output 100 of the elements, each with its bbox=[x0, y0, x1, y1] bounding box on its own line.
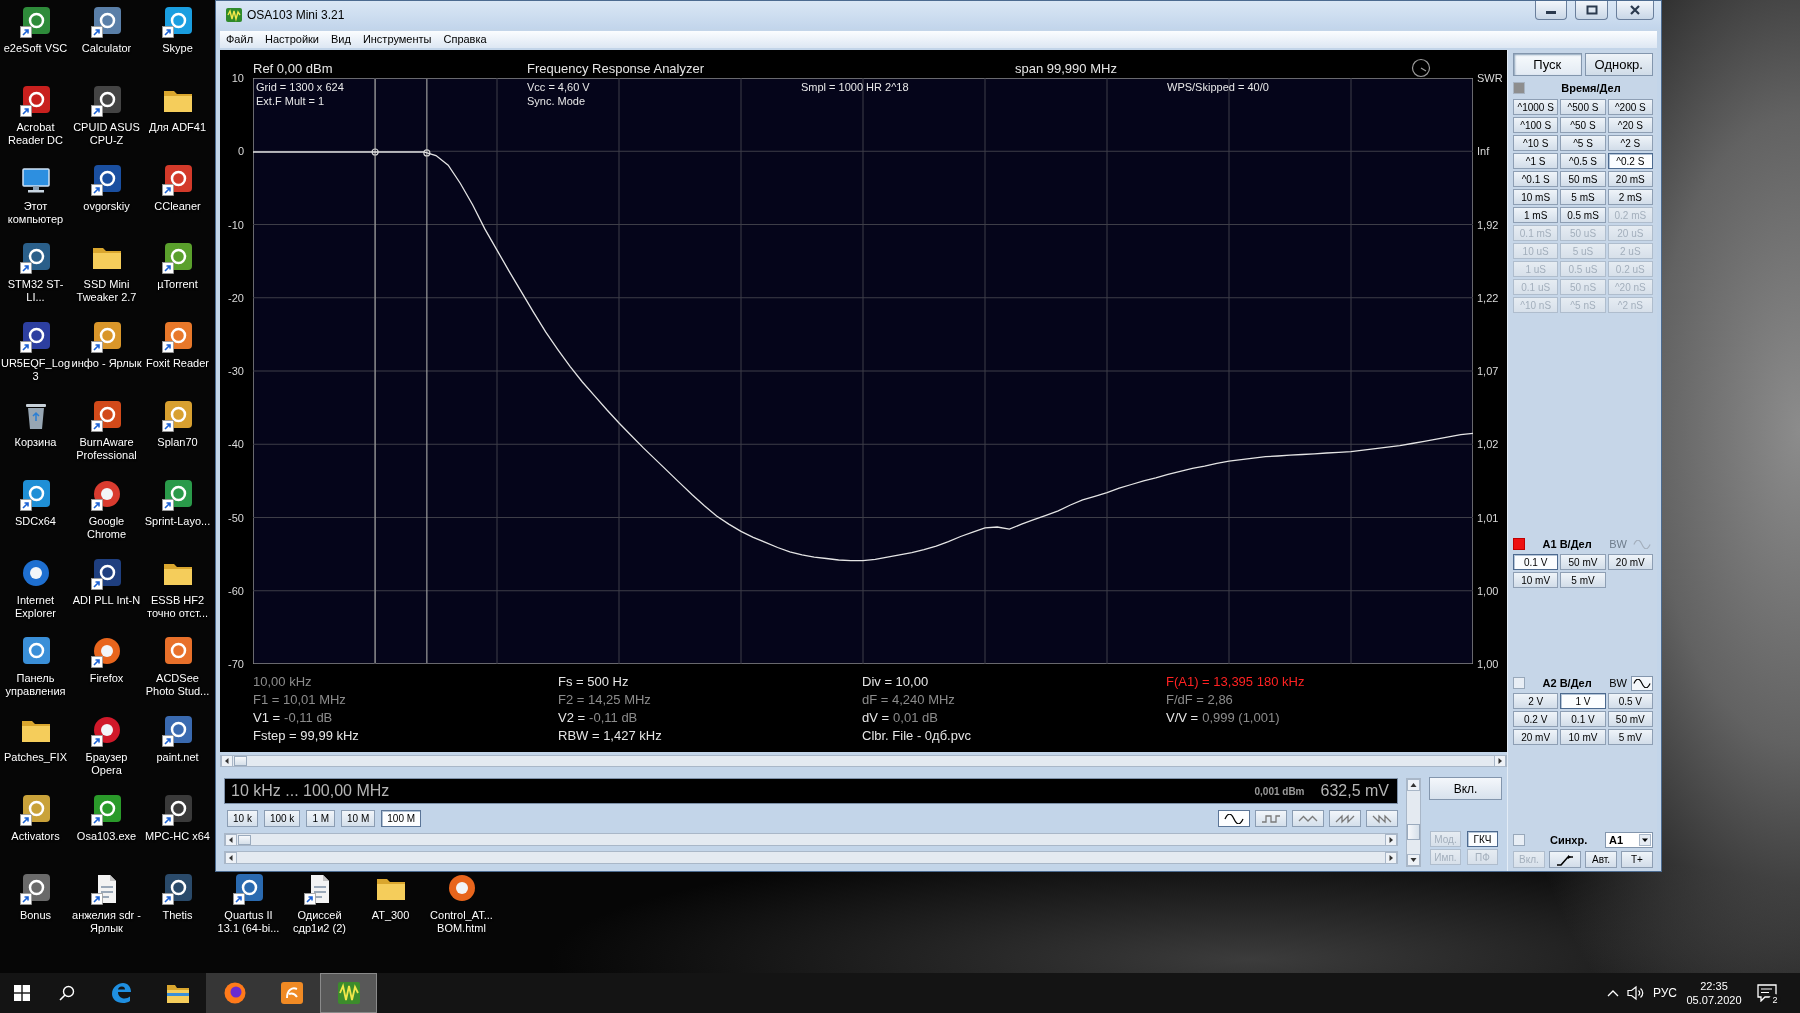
desktop-icon-label[interactable]: ovgorskiy bbox=[70, 199, 143, 213]
time-scale-button[interactable]: ^10 S bbox=[1513, 135, 1559, 151]
desktop-icon-label[interactable]: ESSB HF2 точно отст... bbox=[141, 593, 214, 620]
desktop-icon-label[interactable]: Foxit Reader bbox=[141, 357, 214, 371]
minimize-button[interactable] bbox=[1535, 1, 1567, 20]
desktop-icon-label[interactable]: Osa103.exe bbox=[70, 829, 143, 843]
time-scale-button[interactable]: ^1000 S bbox=[1513, 99, 1559, 115]
app-tile-icon[interactable] bbox=[90, 557, 123, 590]
app-tile-icon[interactable] bbox=[90, 6, 123, 38]
volts-scale-button[interactable]: 20 mV bbox=[1607, 554, 1653, 570]
maximize-button[interactable] bbox=[1575, 1, 1608, 20]
volts-scale-button[interactable]: 0.5 V bbox=[1607, 693, 1653, 709]
volts-scale-button[interactable]: 5 mV bbox=[1560, 572, 1606, 588]
scroll-left-icon[interactable] bbox=[225, 851, 237, 864]
mode-button[interactable]: ГКЧ bbox=[1467, 831, 1498, 847]
desktop-icon-label[interactable]: Панель управления bbox=[0, 672, 72, 699]
time-scale-button[interactable]: 0.5 mS bbox=[1560, 207, 1606, 223]
span-button[interactable]: 100 k bbox=[263, 810, 301, 827]
run-button[interactable]: Однокр. bbox=[1584, 53, 1653, 76]
volts-scale-button[interactable]: 20 mV bbox=[1513, 729, 1559, 745]
desktop-icon-label[interactable]: Этот компьютер bbox=[0, 199, 72, 226]
desktop-icon-label[interactable]: Thetis bbox=[141, 908, 214, 922]
desktop-icon-label[interactable]: Activators bbox=[0, 829, 72, 843]
time-scale-button[interactable]: ^500 S bbox=[1560, 99, 1606, 115]
volts-scale-button[interactable]: 5 mV bbox=[1607, 729, 1653, 745]
app-tile-icon[interactable] bbox=[19, 872, 52, 905]
dial-icon[interactable] bbox=[1411, 58, 1431, 78]
app-tile-icon[interactable] bbox=[161, 163, 194, 196]
scrollbar-thumb[interactable] bbox=[1407, 824, 1420, 840]
desktop-icon-label[interactable]: MPC-HC x64 bbox=[141, 829, 214, 843]
desktop-icon-label[interactable]: Patches_FIX bbox=[0, 751, 72, 765]
volts-scale-button[interactable]: 1 V bbox=[1560, 693, 1606, 709]
scroll-up-icon[interactable] bbox=[1407, 779, 1420, 791]
horizontal-scrollbar[interactable] bbox=[224, 833, 1398, 846]
desktop-icon-label[interactable]: UR5EQF_Log 3 bbox=[0, 357, 72, 384]
time-scale-button[interactable]: 1 mS bbox=[1513, 207, 1559, 223]
desktop-icon-label[interactable]: Internet Explorer bbox=[0, 593, 72, 620]
clock-date[interactable]: 05.07.2020 bbox=[1686, 993, 1742, 1007]
desktop-icon-label[interactable]: Корзина bbox=[0, 436, 72, 449]
volts-scale-button[interactable]: 50 mV bbox=[1560, 554, 1606, 570]
horizontal-scrollbar[interactable] bbox=[224, 851, 1398, 864]
vertical-scrollbar[interactable] bbox=[1406, 778, 1421, 867]
time-scale-button[interactable]: ^2 S bbox=[1607, 135, 1653, 151]
desktop-icon-label[interactable]: SDCx64 bbox=[0, 514, 72, 528]
chevron-up-icon[interactable] bbox=[1607, 989, 1619, 997]
span-button[interactable]: 100 M bbox=[381, 810, 422, 827]
marker-line[interactable] bbox=[374, 78, 376, 664]
desktop-icon-label[interactable]: STM32 ST-LI... bbox=[0, 278, 72, 305]
scroll-right-icon[interactable] bbox=[1385, 833, 1397, 846]
app-tile-icon[interactable] bbox=[161, 321, 194, 354]
action-button[interactable]: T+ bbox=[1621, 851, 1653, 868]
menu-item[interactable]: Справка bbox=[437, 32, 493, 47]
volts-scale-button[interactable]: 0.1 V bbox=[1560, 711, 1606, 727]
desktop-icon-label[interactable]: Quartus II 13.1 (64-bi... bbox=[212, 908, 285, 935]
channel-checkbox[interactable] bbox=[1513, 538, 1525, 550]
time-scale-button[interactable]: ^100 S bbox=[1513, 117, 1559, 133]
time-scale-button[interactable]: 20 mS bbox=[1607, 171, 1653, 187]
desktop-icon-label[interactable]: инфо - Ярлык bbox=[70, 357, 143, 371]
scroll-left-icon[interactable] bbox=[221, 755, 233, 767]
desktop-icon-label[interactable]: ACDSee Photo Stud... bbox=[141, 672, 214, 699]
desktop-icon-label[interactable]: ADI PLL Int-N bbox=[70, 593, 143, 607]
run-button[interactable]: Пуск bbox=[1513, 53, 1582, 76]
output-button[interactable]: Вкл. bbox=[1429, 777, 1502, 800]
action-button[interactable] bbox=[1549, 851, 1581, 868]
ring-icon[interactable] bbox=[90, 636, 123, 669]
app-tile-icon[interactable] bbox=[19, 321, 52, 354]
language-indicator[interactable]: РУС bbox=[1649, 986, 1681, 1000]
menu-item[interactable]: Вид bbox=[325, 32, 357, 47]
close-button[interactable] bbox=[1616, 1, 1654, 20]
scroll-right-icon[interactable] bbox=[1385, 851, 1397, 864]
desktop-icon-label[interactable]: анжелия sdr - Ярлык bbox=[70, 908, 143, 935]
desktop-icon-label[interactable]: Bonus bbox=[0, 908, 72, 922]
desktop-icon-label[interactable]: Acrobat Reader DC bbox=[0, 120, 72, 147]
menu-item[interactable]: Файл bbox=[220, 32, 260, 47]
desktop-icon-label[interactable]: Браузер Opera bbox=[70, 751, 143, 778]
time-scale-button[interactable]: ^1 S bbox=[1513, 153, 1559, 169]
desktop-icon-label[interactable]: BurnAware Professional bbox=[70, 436, 143, 462]
scroll-left-icon[interactable] bbox=[225, 833, 237, 846]
time-scale-button[interactable]: 50 mS bbox=[1560, 171, 1606, 187]
desktop-icon-label[interactable]: Одиссей сдр1и2 (2) bbox=[283, 908, 356, 935]
sync-checkbox[interactable] bbox=[1513, 834, 1525, 846]
notification-button[interactable]: 2 bbox=[1747, 973, 1787, 1013]
desktop-icon-label[interactable]: Skype bbox=[141, 42, 214, 55]
desktop-icon-label[interactable]: AT_300 bbox=[354, 908, 427, 922]
app-tile-icon[interactable] bbox=[90, 400, 123, 432]
app-tile-icon[interactable] bbox=[161, 793, 194, 826]
scroll-down-icon[interactable] bbox=[1407, 854, 1420, 866]
app-tile-icon[interactable] bbox=[90, 321, 123, 354]
desktop-icon-label[interactable]: Firefox bbox=[70, 672, 143, 686]
volts-scale-button[interactable]: 2 V bbox=[1513, 693, 1559, 709]
desktop-icon-label[interactable]: CCleaner bbox=[141, 199, 214, 213]
desktop-icon-label[interactable]: Splan70 bbox=[141, 436, 214, 449]
scroll-right-icon[interactable] bbox=[1494, 755, 1506, 767]
horizontal-scrollbar[interactable] bbox=[220, 755, 1507, 767]
scrollbar-thumb[interactable] bbox=[234, 756, 247, 766]
span-button[interactable]: 10 M bbox=[341, 810, 376, 827]
time-scale-button[interactable]: ^5 S bbox=[1560, 135, 1606, 151]
volts-scale-button[interactable]: 10 mV bbox=[1513, 572, 1559, 588]
desktop-icon-label[interactable]: Control_AT... BOM.html bbox=[425, 908, 498, 935]
taskbar-app-button[interactable] bbox=[263, 973, 320, 1013]
